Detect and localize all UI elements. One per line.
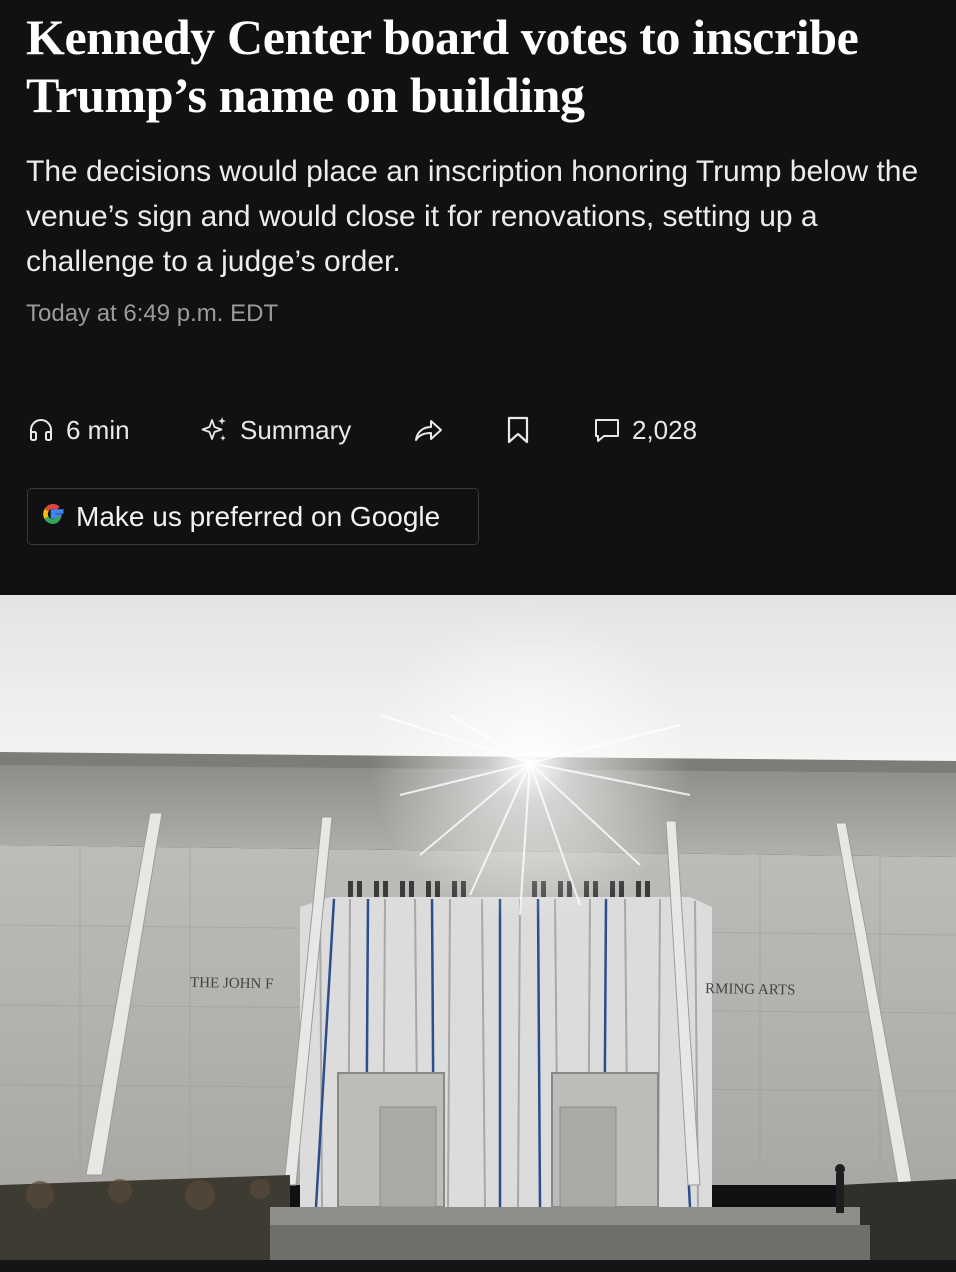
listen-button[interactable]: 6 min [26,406,130,454]
sparkle-icon [198,414,230,446]
sign-text-right: RMING ARTS [705,981,796,999]
comments-count: 2,028 [632,414,698,445]
share-button[interactable] [412,406,444,454]
summary-label: Summary [240,414,352,445]
sign-text-left: THE JOHN F [190,975,274,992]
google-button-label: Make us preferred on Google [76,500,441,532]
headline: Kennedy Center board votes to inscribe T… [26,9,859,123]
summary-button[interactable]: Summary [198,406,351,454]
bookmark-button[interactable] [504,406,532,454]
timestamp: Today at 6:49 p.m. EDT [26,300,279,327]
listen-duration: 6 min [66,414,130,445]
lead-photo: THE JOHN F RMING ARTS [0,595,956,1260]
comment-icon [592,415,622,445]
article-toolbar: 6 min Summary 2,028 [26,406,926,454]
google-g-icon [28,497,70,536]
bookmark-icon [504,414,532,446]
bottom-strip [0,1260,956,1272]
article-dek: The decisions would place an inscription… [26,155,919,278]
share-arrow-icon [412,414,444,446]
comments-button[interactable]: 2,028 [592,406,697,454]
headphones-icon [26,415,56,445]
google-preferred-button[interactable]: Make us preferred on Google [27,488,479,545]
article-header: Kennedy Center board votes to inscribe T… [0,0,956,595]
